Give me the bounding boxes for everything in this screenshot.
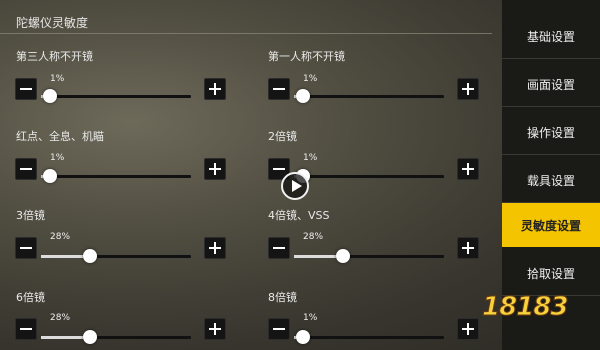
increase-button[interactable] (204, 158, 226, 180)
title-divider (0, 33, 492, 34)
increase-button[interactable] (457, 78, 479, 100)
play-icon[interactable] (281, 172, 309, 200)
slider-value: 28% (303, 232, 324, 242)
decrease-button[interactable] (15, 158, 37, 180)
slider-track[interactable] (41, 255, 191, 258)
slider-track[interactable] (294, 336, 444, 339)
decrease-button[interactable] (268, 237, 290, 259)
slider-label-red-dot-holo-iron: 红点、全息、机瞄 (16, 130, 104, 143)
slider-value: 1% (50, 74, 65, 84)
slider-label-6x-scope: 6倍镜 (16, 291, 45, 304)
decrease-button[interactable] (268, 318, 290, 340)
slider-value: 1% (50, 153, 65, 163)
menu-item-controls-settings[interactable]: 操作设置 (502, 110, 600, 155)
increase-button[interactable] (457, 318, 479, 340)
slider-thumb[interactable] (83, 249, 97, 263)
slider-track[interactable] (294, 95, 444, 98)
slider-value: 1% (303, 313, 318, 323)
slider-label-4x-vss: 4倍镜、VSS (268, 209, 330, 222)
slider-fill (41, 336, 83, 339)
slider-thumb[interactable] (296, 330, 310, 344)
slider-label-first-person-no-scope: 第一人称不开镜 (268, 50, 345, 63)
slider-label-third-person-no-scope: 第三人称不开镜 (16, 50, 93, 63)
increase-button[interactable] (204, 237, 226, 259)
increase-button[interactable] (457, 237, 479, 259)
slider-label-8x-scope: 8倍镜 (268, 291, 297, 304)
decrease-button[interactable] (15, 237, 37, 259)
slider-value: 28% (50, 313, 71, 323)
slider-label-3x-scope: 3倍镜 (16, 209, 45, 222)
slider-track[interactable] (41, 336, 191, 339)
slider-value: 1% (303, 74, 318, 84)
increase-button[interactable] (204, 318, 226, 340)
slider-track[interactable] (294, 255, 444, 258)
slider-track[interactable] (41, 175, 191, 178)
decrease-button[interactable] (268, 78, 290, 100)
increase-button[interactable] (457, 158, 479, 180)
slider-thumb[interactable] (43, 169, 57, 183)
increase-button[interactable] (204, 78, 226, 100)
slider-thumb[interactable] (296, 89, 310, 103)
menu-item-basic-settings[interactable]: 基础设置 (502, 14, 600, 59)
slider-thumb[interactable] (83, 330, 97, 344)
decrease-button[interactable] (15, 318, 37, 340)
slider-thumb[interactable] (43, 89, 57, 103)
menu-item-vehicle-settings[interactable]: 载具设置 (502, 158, 600, 203)
slider-fill (41, 255, 83, 258)
menu-item-sensitivity-settings[interactable]: 灵敏度设置 (502, 203, 600, 247)
slider-label-2x-scope: 2倍镜 (268, 130, 297, 143)
menu-item-graphics-settings[interactable]: 画面设置 (502, 62, 600, 107)
watermark-text: 18183 (481, 292, 568, 323)
site-watermark-logo: 18183 (481, 292, 588, 338)
decrease-button[interactable] (15, 78, 37, 100)
sensitivity-panel: 陀螺仪灵敏度 第三人称不开镜 1% 第一人称不开镜 1% 红点、全息、机瞄 1%… (0, 0, 492, 350)
slider-value: 28% (50, 232, 71, 242)
slider-fill (294, 255, 336, 258)
menu-item-pickup-settings[interactable]: 拾取设置 (502, 251, 600, 296)
slider-track[interactable] (294, 175, 444, 178)
slider-track[interactable] (41, 95, 191, 98)
panel-title: 陀螺仪灵敏度 (16, 16, 89, 30)
slider-thumb[interactable] (336, 249, 350, 263)
slider-value: 1% (303, 153, 318, 163)
